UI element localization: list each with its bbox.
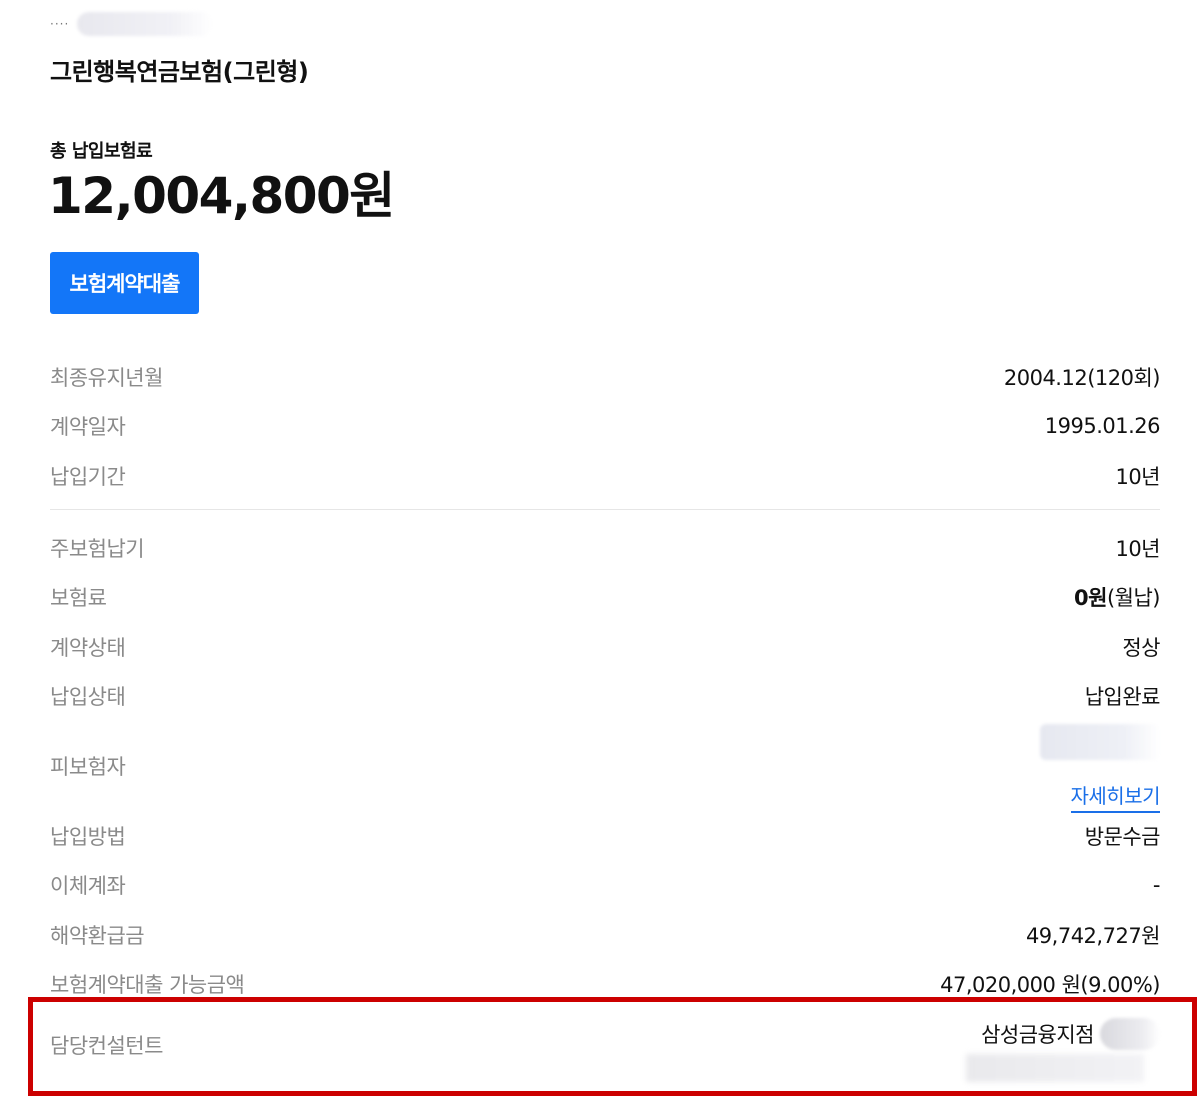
detail-value: 10년 (1115, 537, 1160, 561)
detail-label: 납입방법 (50, 825, 126, 849)
detail-label: 주보험납기 (50, 537, 145, 561)
product-name: 그린행복연금보험(그린형) (50, 58, 309, 86)
consultant-phone-blur (966, 1054, 1144, 1082)
detail-row-premium: 보험료 0원(월납) (50, 580, 1161, 614)
detail-value: - (1152, 873, 1161, 897)
masked-prefix: ···· (50, 17, 70, 31)
detail-label: 보험료 (50, 586, 107, 610)
premium-payment-cycle: (월납) (1106, 586, 1161, 610)
detail-value: 1995.01.26 (1044, 414, 1161, 438)
insured-label: 피보험자 (50, 755, 126, 779)
detail-row-contract-status: 계약상태 정상 (50, 630, 1160, 664)
consultant-name-blur (1100, 1018, 1160, 1050)
insured-detail-link[interactable]: 자세히보기 (1070, 780, 1160, 813)
detail-row-last-maintained: 최종유지년월 2004.12(120회) (50, 360, 1161, 394)
consultant-label: 담당컨설턴트 (50, 1034, 163, 1058)
detail-label: 보험계약대출 가능금액 (50, 973, 245, 997)
detail-row-transfer-account: 이체계좌 - (50, 868, 1161, 902)
total-premium-amount: 12,004,800원 (48, 167, 395, 225)
detail-value: 정상 (1122, 636, 1160, 660)
detail-label: 이체계좌 (50, 874, 126, 898)
consultant-branch: 삼성금융지점 (981, 1023, 1094, 1047)
detail-row-main-maturity: 주보험납기 10년 (50, 531, 1160, 565)
detail-value: 10년 (1115, 465, 1160, 489)
detail-label: 계약상태 (50, 636, 126, 660)
insured-name-blur (1040, 724, 1160, 760)
detail-row-insured: 피보험자 (50, 749, 1160, 783)
detail-row-surrender-value: 해약환급금 49,742,727원 (50, 918, 1161, 952)
detail-value: 방문수금 (1084, 825, 1161, 849)
policy-loan-button[interactable]: 보험계약대출 (50, 252, 199, 314)
detail-value: 2004.12(120회) (1003, 366, 1161, 390)
detail-label: 계약일자 (50, 415, 126, 439)
masked-account-blur (77, 12, 214, 36)
detail-row-payment-status: 납입상태 납입완료 (50, 679, 1161, 713)
detail-label: 최종유지년월 (50, 366, 163, 390)
total-premium-label: 총 납입보험료 (50, 141, 153, 162)
detail-row-loan-available: 보험계약대출 가능금액 47,020,000 원(9.00%) (50, 967, 1160, 1001)
detail-label: 납입기간 (50, 465, 126, 489)
section-divider (50, 509, 1160, 510)
detail-row-contract-date: 계약일자 1995.01.26 (50, 409, 1161, 443)
detail-row-payment-method: 납입방법 방문수금 (50, 819, 1161, 853)
premium-amount-bold: 0원 (1074, 586, 1107, 610)
detail-value: 납입완료 (1084, 685, 1161, 709)
detail-label: 납입상태 (50, 685, 126, 709)
detail-value: 49,742,727원 (1025, 924, 1161, 948)
insured-value: 자세히보기 (1040, 724, 1160, 813)
detail-label: 해약환급금 (50, 924, 145, 948)
detail-value: 0원(월납) (1074, 582, 1160, 612)
detail-row-payment-period: 납입기간 10년 (50, 459, 1160, 493)
detail-value: 47,020,000 원(9.00%) (940, 973, 1160, 997)
masked-header: ···· (50, 12, 214, 36)
consultant-value: 삼성금융지점 (981, 1018, 1160, 1050)
